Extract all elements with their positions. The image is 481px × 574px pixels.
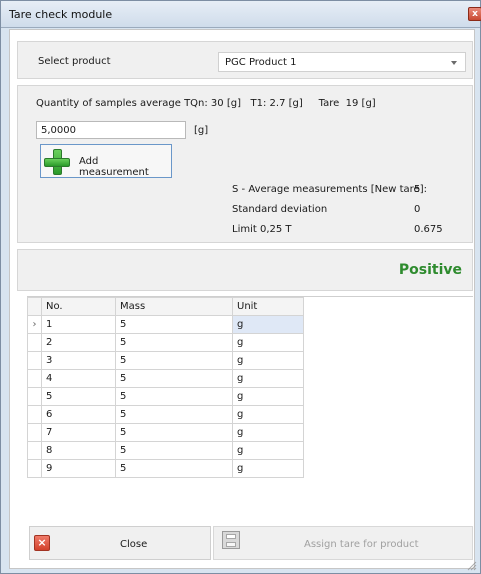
measurements-table: No. Mass Unit › 1 5 g 2 5 g 3 5 g 4 5 g … xyxy=(27,297,304,478)
close-icon: × xyxy=(34,535,50,551)
table-row[interactable]: 4 5 g xyxy=(27,369,304,388)
average-label: S - Average measurements [New tare]: xyxy=(232,184,427,195)
close-button-label: Close xyxy=(120,539,148,550)
cell-mass[interactable]: 5 xyxy=(115,441,233,460)
samples-summary: Quantity of samples average TQn: 30 [g] … xyxy=(36,98,376,109)
cell-unit[interactable]: g xyxy=(232,441,304,460)
table-row[interactable]: › 1 5 g xyxy=(27,315,304,334)
cell-no[interactable]: 5 xyxy=(41,387,116,406)
window-title: Tare check module xyxy=(9,8,113,21)
cell-unit[interactable]: g xyxy=(232,315,304,334)
cell-no[interactable]: 2 xyxy=(41,333,116,352)
resize-grip-icon[interactable] xyxy=(467,561,477,571)
cell-no[interactable]: 6 xyxy=(41,405,116,424)
table-row[interactable]: 2 5 g xyxy=(27,333,304,352)
assign-tare-button[interactable]: Assign tare for product xyxy=(213,526,473,560)
cell-mass[interactable]: 5 xyxy=(115,423,233,442)
cell-mass[interactable]: 5 xyxy=(115,351,233,370)
cell-no[interactable]: 8 xyxy=(41,441,116,460)
add-measurement-label: Add measurement xyxy=(79,156,149,178)
result-panel: Positive xyxy=(17,249,473,291)
table-row[interactable]: 6 5 g xyxy=(27,405,304,424)
save-icon xyxy=(222,531,240,549)
row-header xyxy=(27,369,42,388)
plus-icon xyxy=(43,148,71,176)
measurement-panel: Quantity of samples average TQn: 30 [g] … xyxy=(17,85,473,243)
row-header-corner xyxy=(27,297,42,316)
title-bar: Tare check module x xyxy=(1,1,481,28)
mass-unit-label: [g] xyxy=(194,125,209,136)
chevron-down-icon xyxy=(451,61,457,65)
average-value: 5 xyxy=(414,184,421,195)
row-header xyxy=(27,333,42,352)
cell-no[interactable]: 9 xyxy=(41,459,116,478)
column-header-no[interactable]: No. xyxy=(41,297,116,316)
table-header-row: No. Mass Unit xyxy=(27,297,304,316)
result-status: Positive xyxy=(398,262,462,278)
cell-mass[interactable]: 5 xyxy=(115,333,233,352)
limit-label: Limit 0,25 T xyxy=(232,224,292,235)
product-panel: Select product PGC Product 1 xyxy=(17,41,473,79)
row-header xyxy=(27,441,42,460)
row-header xyxy=(27,423,42,442)
table-row[interactable]: 7 5 g xyxy=(27,423,304,442)
std-dev-value: 0 xyxy=(414,204,421,215)
cell-mass[interactable]: 5 xyxy=(115,369,233,388)
cell-unit[interactable]: g xyxy=(232,369,304,388)
table-row[interactable]: 8 5 g xyxy=(27,441,304,460)
cell-no[interactable]: 4 xyxy=(41,369,116,388)
cell-unit[interactable]: g xyxy=(232,387,304,406)
window-close-button[interactable]: x xyxy=(468,7,481,21)
cell-unit[interactable]: g xyxy=(232,351,304,370)
cell-unit[interactable]: g xyxy=(232,405,304,424)
cell-unit[interactable]: g xyxy=(232,423,304,442)
close-button[interactable]: × Close xyxy=(29,526,211,560)
cell-mass[interactable]: 5 xyxy=(115,387,233,406)
row-header xyxy=(27,459,42,478)
measurements-grid[interactable]: No. Mass Unit › 1 5 g 2 5 g 3 5 g 4 5 g … xyxy=(27,296,473,521)
cell-no[interactable]: 7 xyxy=(41,423,116,442)
cell-no[interactable]: 3 xyxy=(41,351,116,370)
cell-mass[interactable]: 5 xyxy=(115,405,233,424)
column-header-mass[interactable]: Mass xyxy=(115,297,233,316)
mass-input[interactable]: 5,0000 xyxy=(36,121,186,139)
tare-check-window: Tare check module x Select product PGC P… xyxy=(0,0,481,574)
cell-mass[interactable]: 5 xyxy=(115,315,233,334)
std-dev-label: Standard deviation xyxy=(232,204,328,215)
table-row[interactable]: 5 5 g xyxy=(27,387,304,406)
select-product-label: Select product xyxy=(38,56,111,67)
cell-no[interactable]: 1 xyxy=(41,315,116,334)
column-header-unit[interactable]: Unit xyxy=(232,297,304,316)
table-row[interactable]: 3 5 g xyxy=(27,351,304,370)
row-header xyxy=(27,387,42,406)
cell-unit[interactable]: g xyxy=(232,459,304,478)
cell-unit[interactable]: g xyxy=(232,333,304,352)
add-measurement-button[interactable]: Add measurement xyxy=(40,144,172,178)
mass-input-value: 5,0000 xyxy=(41,125,76,136)
row-header xyxy=(27,351,42,370)
product-select-value: PGC Product 1 xyxy=(225,57,297,68)
assign-tare-label: Assign tare for product xyxy=(304,539,419,550)
row-header xyxy=(27,405,42,424)
cell-mass[interactable]: 5 xyxy=(115,459,233,478)
product-select[interactable]: PGC Product 1 xyxy=(218,52,466,72)
table-row[interactable]: 9 5 g xyxy=(27,459,304,478)
current-row-indicator-icon: › xyxy=(27,315,42,334)
limit-value: 0.675 xyxy=(414,224,443,235)
